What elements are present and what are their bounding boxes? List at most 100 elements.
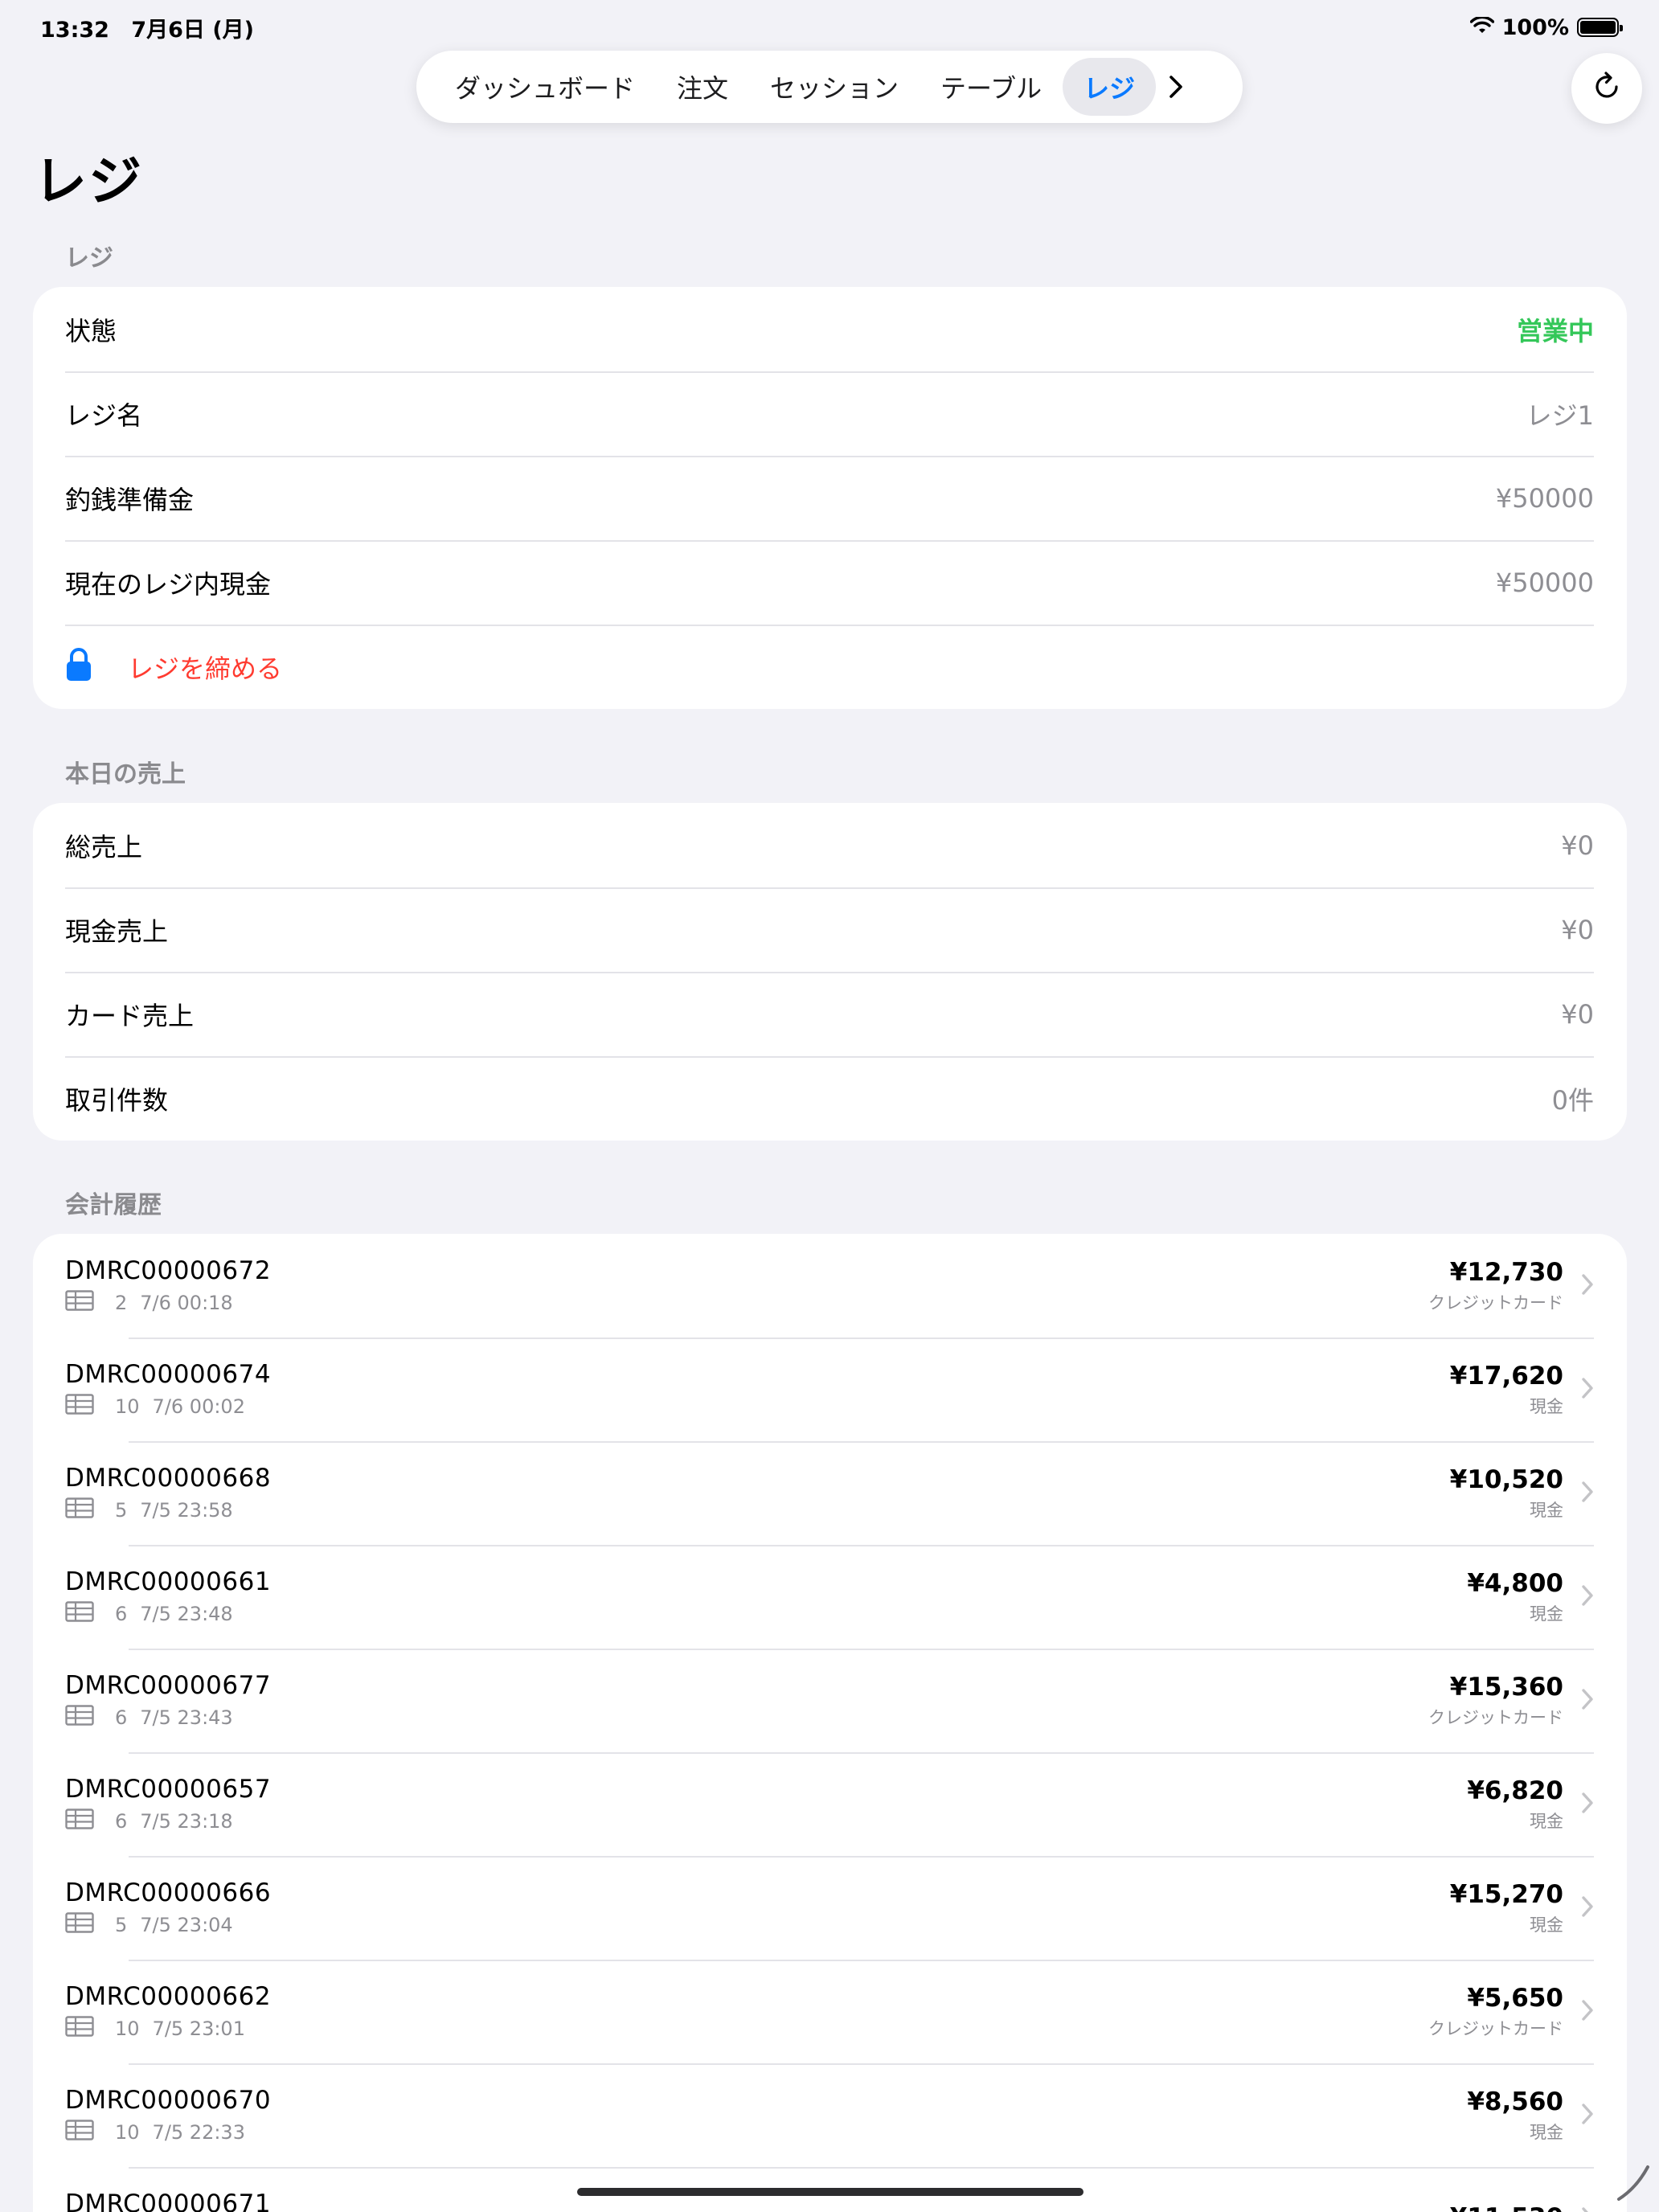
transaction-count-label: 取引件数 (65, 1084, 169, 1116)
history-row-meta: 6 7/5 23:48 (65, 1600, 1467, 1627)
table-number: 5 (115, 1913, 128, 1936)
table-icon (65, 1393, 94, 1419)
payment-time: 7/6 00:02 (152, 1395, 245, 1418)
table-icon (65, 1600, 94, 1627)
table-number: 6 (115, 1809, 128, 1833)
status-value: 営業中 (1516, 315, 1594, 346)
payment-method: 現金 (1530, 1396, 1563, 1416)
tab-orders[interactable]: 注文 (656, 58, 749, 116)
history-row-amount: ¥5,650 クレジットカード (1428, 1984, 1563, 2040)
status-right: 100% (1469, 14, 1623, 40)
history-row[interactable]: DMRC00000672 2 7/6 00:18 ¥12,730 クレジットカード (33, 1234, 1627, 1337)
page-title: レジ (34, 150, 143, 212)
home-indicator (577, 2188, 1083, 2196)
table-icon (65, 2119, 94, 2145)
history-row-meta: 6 7/5 23:18 (65, 1808, 1467, 1834)
chevron-right-icon (1581, 2206, 1594, 2212)
tab-sessions[interactable]: セッション (749, 58, 920, 116)
history-row-amount: ¥11,530 (1450, 2203, 1563, 2212)
change-float-label: 釣銭準備金 (65, 484, 195, 515)
history-row-meta: 10 7/5 22:33 (65, 2119, 1467, 2145)
app-root: 13:32 7月6日 (月) 100% ダッシュボード 注文 セッション テーブ… (0, 0, 1659, 2212)
refresh-icon (1589, 69, 1624, 108)
history-row[interactable]: DMRC00000674 10 7/6 00:02 ¥17,620 現金 (33, 1337, 1627, 1441)
history-row-amount: ¥17,620 現金 (1450, 1362, 1563, 1418)
table-number: 10 (115, 2120, 140, 2144)
payment-time: 7/5 23:18 (140, 1809, 233, 1833)
register-name-label: レジ名 (65, 399, 143, 431)
chevron-right-icon (1581, 1377, 1594, 1403)
history-row-info: DMRC00000674 10 7/6 00:02 (65, 1360, 1450, 1419)
status-left: 13:32 7月6日 (月) (40, 12, 254, 43)
history-row-amount: ¥12,730 クレジットカード (1428, 1258, 1563, 1314)
table-icon (65, 1911, 94, 1938)
tab-tables[interactable]: テーブル (920, 58, 1063, 116)
change-float-value: ¥50000 (1495, 482, 1594, 514)
history-row-info: DMRC00000668 5 7/5 23:58 (65, 1464, 1450, 1523)
status-time: 13:32 (40, 17, 109, 43)
close-register-button[interactable]: レジを締める (33, 625, 1627, 709)
chevron-right-icon (1581, 2103, 1594, 2128)
history-card: DMRC00000672 2 7/6 00:18 ¥12,730 クレジットカード DMR… (33, 1234, 1627, 2212)
tab-dashboard[interactable]: ダッシュボード (434, 58, 656, 116)
refresh-button[interactable] (1571, 53, 1642, 124)
transaction-count-value: 0件 (1551, 1084, 1594, 1116)
payment-time: 7/5 22:33 (152, 2120, 245, 2144)
history-row[interactable]: DMRC00000670 10 7/5 22:33 ¥8,560 現金 (33, 2063, 1627, 2167)
total-sales-row: 総売上 ¥0 (33, 803, 1627, 887)
payment-amount: ¥10,520 (1449, 1464, 1563, 1494)
close-register-label: レジを締める (128, 653, 283, 684)
battery-icon (1577, 18, 1623, 37)
transaction-count-row: 取引件数 0件 (33, 1056, 1627, 1141)
change-float-row: 釣銭準備金 ¥50000 (33, 456, 1627, 540)
sales-card: 総売上 ¥0 現金売上 ¥0 カード売上 ¥0 取引件数 0件 (33, 803, 1627, 1141)
current-cash-row: 現在のレジ内現金 ¥50000 (33, 540, 1627, 625)
payment-amount: ¥6,820 (1467, 1776, 1563, 1805)
current-cash-value: ¥50000 (1495, 567, 1594, 598)
history-list: DMRC00000672 2 7/6 00:18 ¥12,730 クレジットカード DMR… (33, 1234, 1627, 2212)
receipt-id: DMRC00000661 (65, 1567, 272, 1596)
payment-method: クレジットカード (1428, 2018, 1563, 2038)
table-number: 5 (115, 1498, 128, 1522)
table-number: 2 (115, 1291, 128, 1314)
chevron-right-icon (1581, 1273, 1594, 1299)
payment-amount: ¥11,530 (1450, 2203, 1563, 2212)
payment-method: クレジットカード (1428, 1707, 1563, 1727)
total-sales-label: 総売上 (65, 831, 143, 862)
history-row[interactable]: DMRC00000668 5 7/5 23:58 ¥10,520 現金 (33, 1441, 1627, 1545)
table-number: 6 (115, 1602, 128, 1625)
history-row-info: DMRC00000677 6 7/5 23:43 (65, 1671, 1428, 1731)
wifi-icon (1469, 15, 1494, 40)
register-name-row: レジ名 レジ1 (33, 371, 1627, 456)
chevron-right-icon[interactable] (1156, 58, 1196, 116)
table-icon (65, 1808, 94, 1834)
history-row-info: DMRC00000661 6 7/5 23:48 (65, 1567, 1467, 1627)
register-name-value: レジ1 (1526, 399, 1594, 431)
table-icon (65, 1497, 94, 1523)
chevron-right-icon (1581, 1584, 1594, 1610)
history-row[interactable]: DMRC00000661 6 7/5 23:48 ¥4,800 現金 (33, 1545, 1627, 1649)
chevron-right-icon (1581, 1481, 1594, 1506)
battery-percent: 100% (1501, 14, 1569, 40)
current-cash-label: 現在のレジ内現金 (65, 568, 272, 600)
payment-method: 現金 (1530, 1604, 1563, 1624)
payment-time: 7/5 23:48 (140, 1602, 233, 1625)
payment-time: 7/5 23:43 (140, 1706, 233, 1729)
tab-register[interactable]: レジ (1063, 58, 1157, 116)
history-row[interactable]: DMRC00000662 10 7/5 23:01 ¥5,650 クレジットカード (33, 1960, 1627, 2063)
lock-icon (65, 646, 92, 688)
history-row[interactable]: DMRC00000666 5 7/5 23:04 ¥15,270 現金 (33, 1856, 1627, 1960)
history-row-info: DMRC00000666 5 7/5 23:04 (65, 1878, 1450, 1938)
table-number: 6 (115, 1706, 128, 1729)
history-row[interactable]: DMRC00000657 6 7/5 23:18 ¥6,820 現金 (33, 1752, 1627, 1856)
payment-method: 現金 (1530, 2122, 1563, 2142)
payment-time: 7/5 23:04 (140, 1913, 233, 1936)
table-number: 10 (115, 2017, 140, 2040)
table-number: 10 (115, 1395, 140, 1418)
history-row[interactable]: DMRC00000677 6 7/5 23:43 ¥15,360 クレジットカード (33, 1649, 1627, 1752)
table-icon (65, 2015, 94, 2042)
payment-amount: ¥4,800 (1467, 1568, 1563, 1598)
receipt-id: DMRC00000657 (65, 1774, 272, 1804)
table-icon (65, 1704, 94, 1731)
history-row-amount: ¥4,800 現金 (1467, 1569, 1563, 1625)
